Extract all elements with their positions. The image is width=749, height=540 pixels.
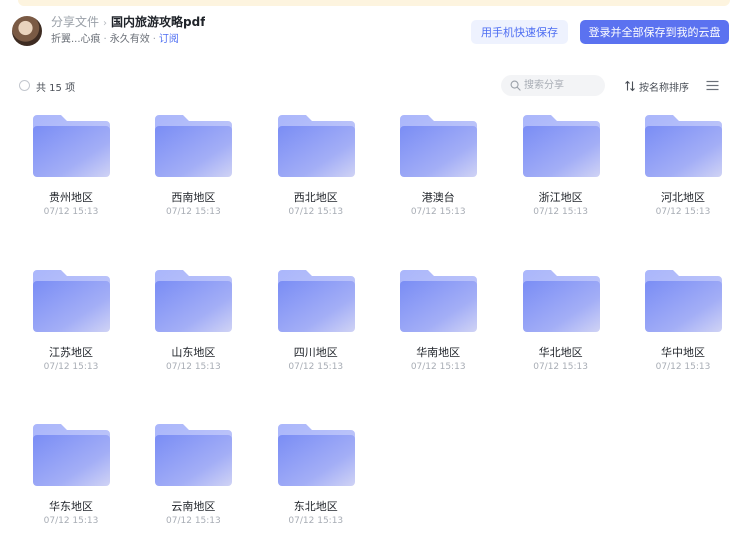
breadcrumb-parent[interactable]: 分享文件 xyxy=(51,15,99,29)
login-save-all-button[interactable]: 登录并全部保存到我的云盘 xyxy=(580,20,729,44)
folder-icon xyxy=(155,424,233,486)
folder-icon xyxy=(645,269,722,332)
folder-date: 07/12 15:13 xyxy=(533,207,588,217)
folder-icon xyxy=(522,269,600,332)
search-box[interactable] xyxy=(501,75,605,96)
breadcrumb: 分享文件 › 国内旅游攻略pdf xyxy=(51,15,205,29)
search-icon xyxy=(510,80,521,91)
list-view-icon[interactable] xyxy=(706,80,719,91)
select-all-checkbox[interactable] xyxy=(19,80,30,91)
folder-icon xyxy=(400,269,478,332)
folder-name: 华南地区 xyxy=(416,345,461,359)
folder-name: 四川地区 xyxy=(293,345,338,359)
sort-label: 按名称排序 xyxy=(639,82,689,94)
folder-date: 07/12 15:13 xyxy=(43,207,99,217)
folder-name: 华东地区 xyxy=(49,500,93,513)
search-input[interactable] xyxy=(524,77,600,94)
folder-date: 07/12 15:13 xyxy=(166,207,221,217)
folder-item[interactable]: 东北地区 07/12 15:13 xyxy=(268,419,364,534)
folder-item[interactable]: 江苏地区 07/12 15:13 xyxy=(23,265,119,380)
item-count: 共 15 项 xyxy=(36,83,76,94)
sort-icon xyxy=(625,80,635,92)
folder-date: 07/12 15:13 xyxy=(288,207,344,217)
folder-name: 山东地区 xyxy=(171,345,216,359)
folder-icon xyxy=(155,115,233,177)
folder-item[interactable]: 西南地区 07/12 15:13 xyxy=(145,110,241,225)
folder-item[interactable]: 山东地区 07/12 15:13 xyxy=(145,265,241,380)
breadcrumb-current: 国内旅游攻略pdf xyxy=(111,15,206,29)
folder-item[interactable]: 河北地区 07/12 15:13 xyxy=(635,110,731,225)
file-toolbar: 共 15 项 按名称排序 xyxy=(0,74,749,98)
phone-save-button[interactable]: 用手机快速保存 xyxy=(471,20,568,44)
folder-date: 07/12 15:13 xyxy=(166,516,221,526)
folder-item[interactable]: 港澳台 07/12 15:13 xyxy=(390,110,486,225)
subscribe-link[interactable]: 订阅 xyxy=(159,34,179,45)
sort-by-name-button[interactable]: 按名称排序 xyxy=(624,77,689,95)
folder-date: 07/12 15:13 xyxy=(655,361,711,372)
folder-name: 华北地区 xyxy=(538,345,583,359)
folder-icon xyxy=(33,269,110,332)
folder-item[interactable]: 四川地区 07/12 15:13 xyxy=(268,265,364,380)
folder-icon xyxy=(277,269,355,332)
folder-name: 东北地区 xyxy=(293,500,338,513)
folder-item[interactable]: 华南地区 07/12 15:13 xyxy=(390,265,486,380)
folder-icon xyxy=(400,115,478,177)
folder-name: 西北地区 xyxy=(293,191,338,204)
folder-date: 07/12 15:13 xyxy=(43,516,99,526)
folder-icon xyxy=(277,115,355,177)
folder-item[interactable]: 西北地区 07/12 15:13 xyxy=(268,110,364,225)
folder-name: 云南地区 xyxy=(171,500,216,513)
folder-icon xyxy=(277,424,355,486)
folder-item[interactable]: 云南地区 07/12 15:13 xyxy=(145,419,241,534)
folder-date: 07/12 15:13 xyxy=(288,361,344,372)
folder-date: 07/12 15:13 xyxy=(43,361,99,372)
folder-icon xyxy=(522,115,600,177)
avatar[interactable] xyxy=(12,16,42,46)
folder-date: 07/12 15:13 xyxy=(533,361,588,372)
share-header: 分享文件 › 国内旅游攻略pdf 折翼...心痕 · 永久有效 · 订阅 用手机快速保存 登… xyxy=(0,6,749,56)
folder-icon xyxy=(33,424,110,486)
folder-date: 07/12 15:13 xyxy=(655,207,711,217)
meta-dot: · xyxy=(152,34,156,45)
folder-name: 西南地区 xyxy=(171,191,216,204)
folder-item[interactable]: 浙江地区 07/12 15:13 xyxy=(513,110,609,225)
folder-item[interactable]: 贵州地区 07/12 15:13 xyxy=(23,110,119,225)
sharer-name: 折翼...心痕 xyxy=(51,34,101,45)
folder-icon xyxy=(645,115,722,177)
folder-icon xyxy=(33,115,110,177)
meta-dot: · xyxy=(103,34,107,45)
folder-name: 华中地区 xyxy=(661,345,705,359)
folder-date: 07/12 15:13 xyxy=(410,207,466,217)
folder-item[interactable]: 华中地区 07/12 15:13 xyxy=(635,265,731,380)
folder-name: 浙江地区 xyxy=(538,191,583,204)
folder-name: 贵州地区 xyxy=(49,191,93,204)
folder-name: 河北地区 xyxy=(661,191,705,204)
folder-date: 07/12 15:13 xyxy=(288,516,344,526)
folder-item[interactable]: 华北地区 07/12 15:13 xyxy=(513,265,609,380)
chevron-right-icon: › xyxy=(103,18,108,29)
folder-name: 港澳台 xyxy=(421,191,455,204)
folder-date: 07/12 15:13 xyxy=(410,361,466,372)
folder-name: 江苏地区 xyxy=(49,345,93,359)
folder-icon xyxy=(155,269,233,332)
folder-item[interactable]: 华东地区 07/12 15:13 xyxy=(23,419,119,534)
share-meta: 折翼...心痕 · 永久有效 · 订阅 xyxy=(51,34,179,46)
folder-date: 07/12 15:13 xyxy=(166,361,221,372)
validity-text: 永久有效 xyxy=(109,34,150,45)
